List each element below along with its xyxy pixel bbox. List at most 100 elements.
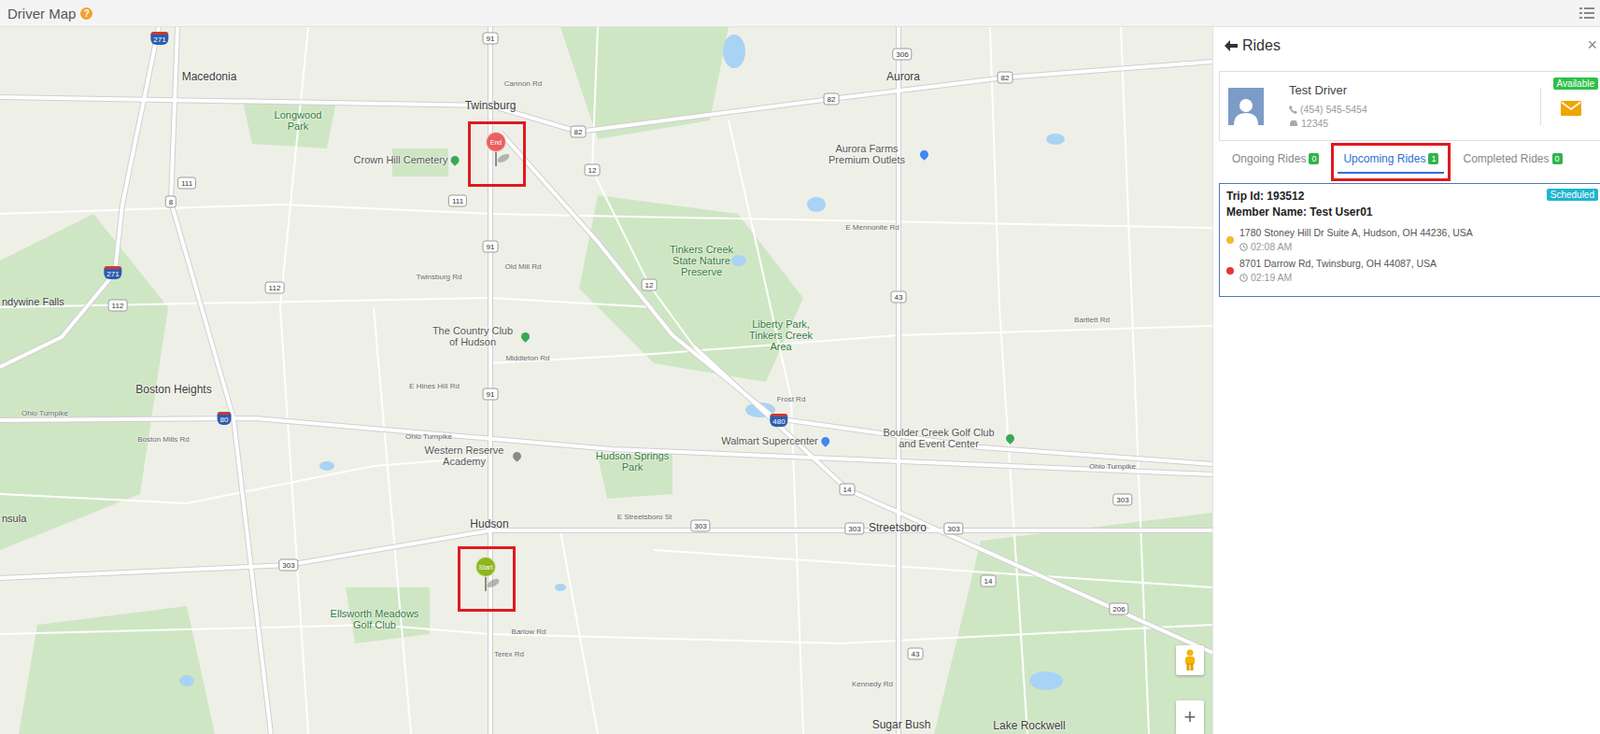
place-name: Lake Rockwell (992, 720, 1065, 732)
water (179, 675, 195, 687)
tab-label: Ongoing Rides (1231, 152, 1306, 166)
pin-head[interactable]: End (485, 131, 507, 153)
place-name: nsula (1, 512, 27, 524)
tab-count: 1 (1428, 153, 1439, 165)
highway-casing (500, 132, 1213, 465)
highway-casing (0, 418, 1213, 475)
road-label: E Hines Hill Rd (409, 382, 460, 391)
ride-tab[interactable]: Completed Rides 0 (1457, 146, 1568, 174)
ride-tab[interactable]: Upcoming Rides 1 (1337, 146, 1445, 174)
road-label: Cannon Rd (504, 79, 542, 88)
message-button[interactable] (1541, 97, 1600, 116)
road-label: Frost Rd (777, 395, 807, 404)
poi-pin-icon[interactable] (449, 154, 462, 167)
help-button[interactable]: ? (80, 7, 93, 20)
water (319, 461, 335, 471)
place-label: Longwood Park (265, 109, 331, 132)
poi-pin-icon[interactable] (1004, 432, 1017, 445)
map[interactable]: Cannon RdTwinsburg RdOld Mill RdMiddleto… (0, 27, 1213, 734)
route-shield: 112 (265, 282, 285, 295)
park-area (242, 101, 337, 149)
place-label: Hudson (469, 518, 509, 530)
map-background (0, 27, 1213, 734)
tab-label: Completed Rides (1462, 152, 1549, 166)
trip-stop: 1780 Stoney Hill Dr Suite A, Hudson, OH … (1226, 226, 1594, 253)
local-road (560, 531, 598, 734)
highway (896, 27, 901, 734)
highway-casing (0, 61, 1213, 132)
place-name: Aurora Farms Premium Outlets (816, 142, 918, 166)
route-shield: 303 (943, 523, 963, 536)
stop-details: 8701 Darrow Rd, Twinsburg, OH 44087, USA… (1239, 257, 1437, 284)
ride-tab[interactable]: Ongoing Rides 0 (1226, 146, 1325, 174)
place-name: Liberty Park, Tinkers Creek Area (746, 318, 817, 353)
road-label: Kennedy Rd (851, 679, 893, 689)
poi-pin-icon[interactable] (510, 450, 524, 463)
place-name: Hudson (469, 518, 509, 530)
poi-pin-icon[interactable] (519, 330, 532, 343)
place-name: Crown Hill Cemetery (353, 154, 449, 166)
route-shield: 82 (823, 93, 840, 106)
trip-status-badge: Scheduled (1546, 188, 1599, 201)
poi-pin-icon[interactable] (819, 435, 832, 448)
panel-title: Rides (1242, 37, 1281, 55)
place-label: Macedonia (182, 70, 238, 83)
local-road (653, 550, 1213, 588)
trip-id: Trip Id: 193512 (1226, 189, 1594, 203)
place-label: nsula (1, 512, 27, 524)
highway (0, 27, 159, 368)
driver-status-badge: Available (1553, 77, 1599, 90)
local-road (0, 204, 1213, 228)
route-shield: 112 (108, 299, 128, 312)
water (1046, 133, 1065, 145)
route-shield: 303 (844, 523, 864, 536)
route-shield: 303 (1112, 494, 1133, 507)
place-name: Western Reserve Academy (418, 444, 510, 468)
route-shield: 8 (165, 196, 177, 209)
route-shield: 43 (907, 648, 924, 661)
water (1029, 671, 1063, 691)
driver-map-page: Driver Map ? Cannon RdTwinsburg RdOld Mi… (0, 0, 1600, 734)
place-name: Streetsboro (868, 522, 927, 534)
place-name: Hudson Springs Park (590, 450, 675, 473)
pin-head[interactable]: Start (475, 556, 496, 578)
road-label: Ohio Turnpike (405, 432, 453, 441)
place-label: Aurora (886, 70, 921, 83)
water (807, 197, 826, 213)
driver-name: Test Driver (1288, 83, 1541, 98)
place-label: Boston Heights (135, 383, 212, 396)
place-label: Tinkers Creek State Nature Preserve (659, 243, 744, 278)
highway (693, 346, 1213, 653)
route-shield: 91 (482, 32, 499, 45)
highway (0, 418, 1213, 475)
route-shield: 82 (997, 71, 1014, 85)
close-button[interactable]: × (1586, 35, 1598, 56)
trip-card[interactable]: Trip Id: 193512 Member Name: Test User01… (1218, 183, 1600, 298)
highlight-box (457, 546, 516, 612)
local-road (280, 27, 309, 734)
street-view-button[interactable] (1175, 645, 1204, 676)
zoom-in-button[interactable]: + (1175, 700, 1204, 734)
road-label: Ohio Turnpike (1089, 462, 1136, 471)
place-name: Boston Heights (135, 383, 212, 396)
road-label: E Streetsboro St (617, 512, 673, 522)
highway (500, 132, 1213, 465)
place-name: The Country Club of Hudson (426, 325, 519, 348)
place-label: Ellsworth Meadows Golf Club (323, 608, 426, 631)
person-icon (1233, 97, 1259, 126)
pin-stem (484, 576, 487, 592)
back-arrow-icon[interactable] (1224, 40, 1238, 52)
poi-pin-icon[interactable] (918, 148, 931, 161)
route-shield: 306 (892, 48, 912, 61)
list-icon[interactable] (1579, 6, 1595, 20)
top-bar: Driver Map ? (0, 0, 1600, 28)
route-shield: 111 (177, 177, 197, 190)
trip-stop: 8701 Darrow Rd, Twinsburg, OH 44087, USA… (1226, 257, 1594, 284)
member-name: Member Name: Test User01 (1226, 205, 1594, 219)
local-road (0, 624, 1213, 644)
road-label: Boston Mills Rd (137, 435, 190, 444)
route-shield: 14 (839, 483, 856, 496)
route-shield: 303 (690, 520, 710, 533)
route-shield: 80 (217, 411, 232, 425)
route-shield: 271 (103, 266, 122, 280)
